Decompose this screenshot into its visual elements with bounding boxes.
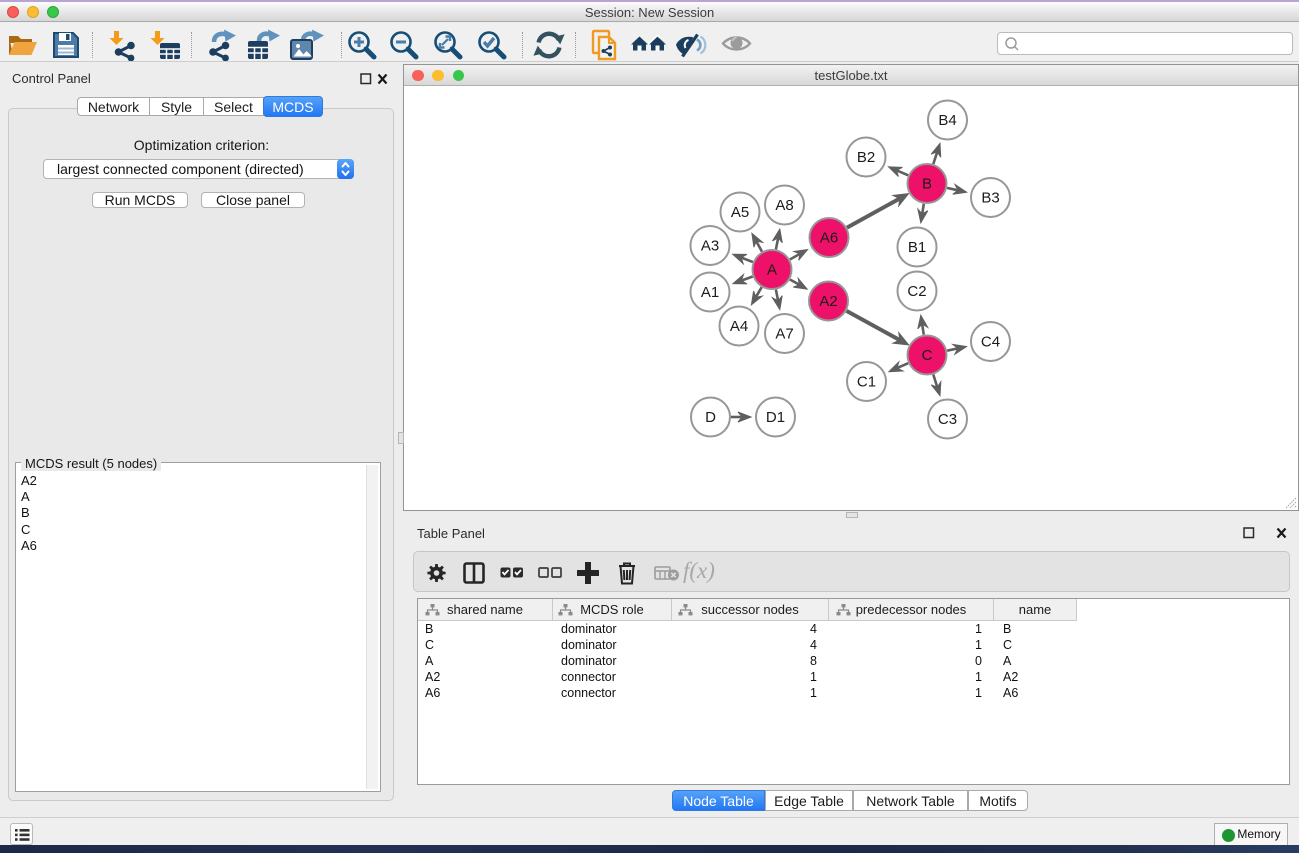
- svg-text:C2: C2: [907, 283, 926, 300]
- svg-text:A2: A2: [819, 293, 837, 310]
- svg-text:A8: A8: [775, 197, 793, 214]
- svg-text:B4: B4: [938, 112, 956, 129]
- svg-text:A: A: [767, 262, 777, 279]
- svg-text:A1: A1: [701, 284, 719, 301]
- svg-text:B: B: [922, 176, 932, 193]
- svg-text:C1: C1: [857, 374, 876, 391]
- svg-text:C4: C4: [981, 334, 1000, 351]
- svg-text:D: D: [705, 409, 716, 426]
- svg-text:A5: A5: [731, 204, 749, 221]
- svg-text:B3: B3: [981, 190, 999, 207]
- svg-text:B2: B2: [857, 149, 875, 166]
- svg-text:A3: A3: [701, 238, 719, 255]
- svg-text:C: C: [922, 347, 933, 364]
- svg-text:A7: A7: [775, 326, 793, 343]
- svg-text:B1: B1: [908, 239, 926, 256]
- svg-text:A4: A4: [730, 318, 748, 335]
- svg-text:C3: C3: [938, 411, 957, 428]
- svg-text:D1: D1: [766, 409, 785, 426]
- svg-text:A6: A6: [820, 230, 838, 247]
